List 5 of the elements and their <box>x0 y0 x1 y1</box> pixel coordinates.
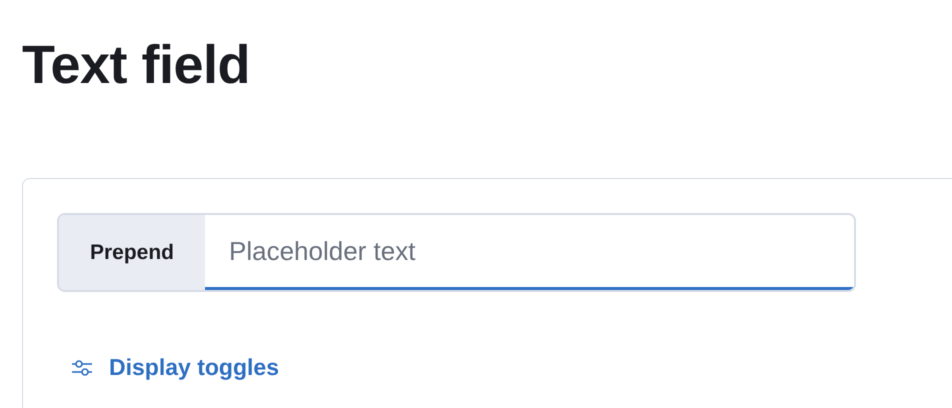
display-toggles-link[interactable]: Display toggles <box>71 354 279 381</box>
sliders-icon <box>71 360 93 376</box>
prepend-label: Prepend <box>59 215 205 290</box>
page-title: Text field <box>22 34 250 97</box>
text-field[interactable]: Prepend Placeholder text <box>57 213 856 292</box>
